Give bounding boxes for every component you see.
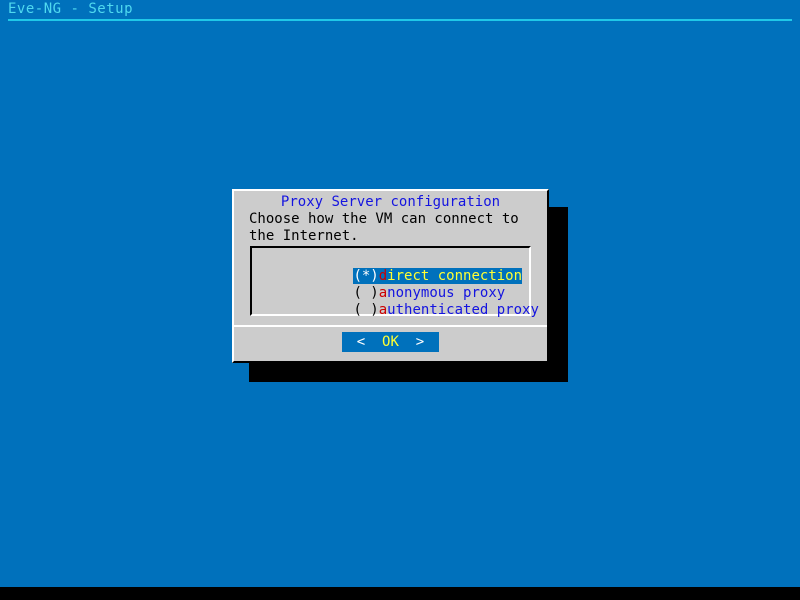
dialog-title: Proxy Server configuration bbox=[280, 194, 501, 210]
radio-marker-selected: (*) bbox=[353, 268, 379, 284]
radio-option-direct-connection[interactable]: (*)direct connection bbox=[252, 251, 529, 284]
option-label-anonymous-proxy: anonymous proxy bbox=[379, 285, 505, 301]
radio-marker-empty: ( ) bbox=[353, 302, 379, 318]
option-label-authenticated-proxy: authenticated proxy bbox=[379, 302, 539, 318]
app-title: Eve-NG - Setup bbox=[8, 1, 134, 17]
screen-bottom-strip bbox=[0, 587, 800, 600]
option-hotkey-a: a bbox=[378, 302, 388, 318]
ok-button-label: OK bbox=[365, 334, 416, 350]
option-label-direct-connection: direct connection bbox=[378, 268, 523, 284]
terminal-screen: Eve-NG - Setup Proxy Server configuratio… bbox=[0, 0, 800, 600]
dialog-description: Choose how the VM can connect to the Int… bbox=[249, 211, 528, 244]
option-text-anonymous-proxy: nonymous proxy bbox=[387, 285, 506, 301]
app-titlebar: Eve-NG - Setup bbox=[0, 0, 800, 22]
right-arrow-icon: > bbox=[415, 334, 433, 350]
button-area-separator bbox=[234, 325, 547, 327]
option-text-authenticated-proxy: uthenticated proxy bbox=[387, 302, 539, 318]
option-hotkey-d: d bbox=[378, 268, 388, 284]
radio-marker-empty: ( ) bbox=[353, 285, 379, 301]
option-text-direct-connection: irect connection bbox=[387, 268, 523, 284]
dialog-button-row: < OK > bbox=[234, 331, 547, 352]
proxy-option-listbox[interactable]: (*)direct connection ( )anonymous proxy … bbox=[250, 246, 539, 318]
option-hotkey-a: a bbox=[378, 285, 388, 301]
proxy-configuration-dialog: Proxy Server configuration Choose how th… bbox=[232, 189, 549, 363]
titlebar-divider bbox=[8, 19, 792, 21]
ok-button[interactable]: < OK > bbox=[342, 332, 439, 352]
left-arrow-icon: < bbox=[348, 334, 366, 350]
